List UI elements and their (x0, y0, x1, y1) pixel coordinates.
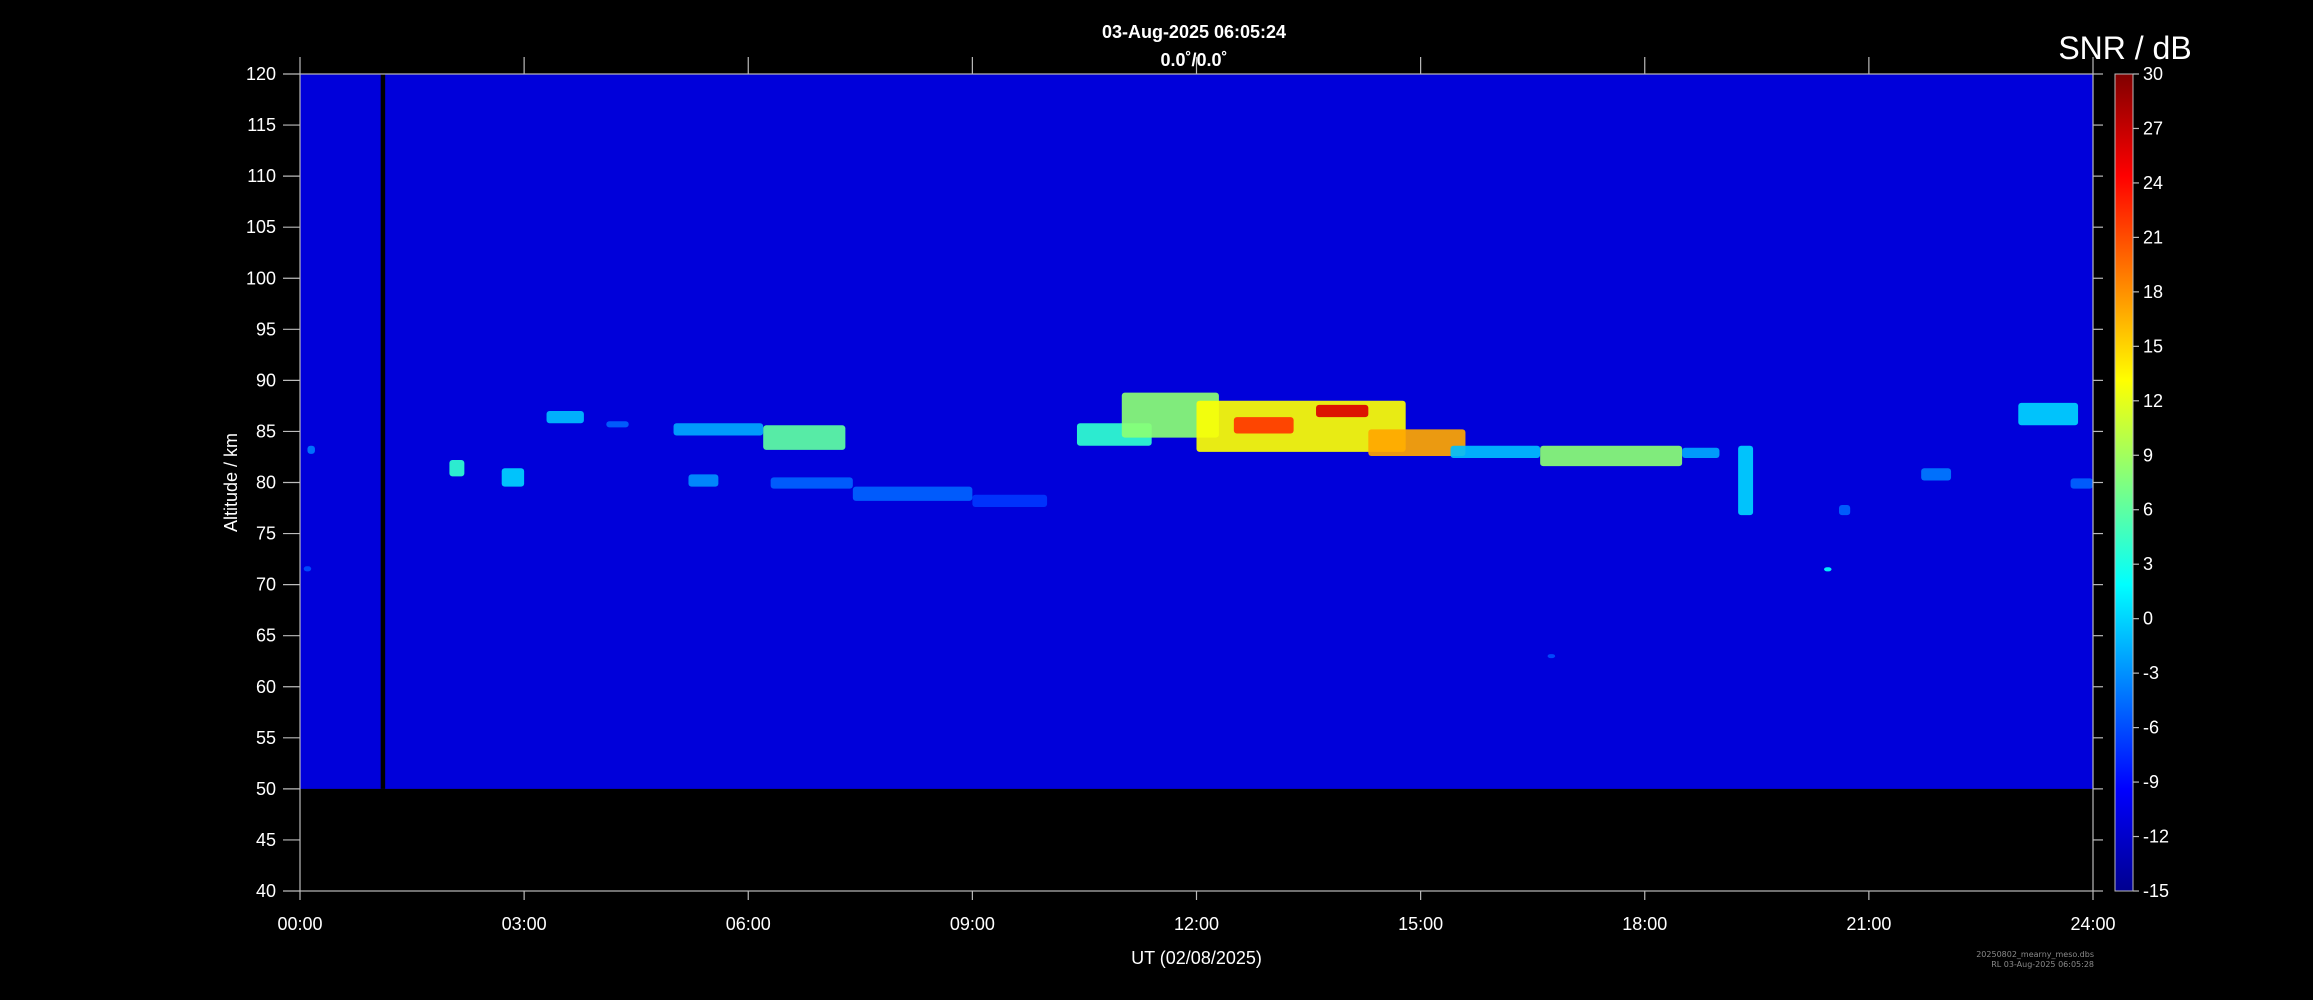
y-tick-label: 80 (256, 473, 276, 493)
colorbar-tick-label: -12 (2143, 827, 2169, 847)
heatmap-echo-region (606, 421, 629, 428)
colorbar-tick-label: 21 (2143, 227, 2163, 247)
footer-filename: 20250802_mearny_meso.dbs (1976, 950, 2094, 959)
heatmap-echo-region (770, 477, 853, 489)
y-tick-label: 90 (256, 370, 276, 390)
y-tick-label: 55 (256, 728, 276, 748)
heatmap-echo-region (1682, 447, 1720, 458)
heatmap-echo-region (303, 566, 312, 572)
heatmap-echo-region (1738, 445, 1754, 516)
heatmap-layer (300, 74, 2093, 789)
y-tick-label: 65 (256, 626, 276, 646)
y-tick-label: 95 (256, 319, 276, 339)
heatmap-echo-region (673, 423, 764, 436)
colorbar-tick-label: 9 (2143, 445, 2153, 465)
y-tick-label: 110 (247, 166, 276, 186)
colorbar-tick-label: 0 (2143, 609, 2153, 629)
y-tick-label: 60 (256, 677, 276, 697)
y-tick-label: 50 (256, 779, 276, 799)
colorbar-tick-label: -6 (2143, 718, 2159, 738)
heatmap-echo-region (1547, 654, 1556, 659)
colorbar-tick-label: 27 (2143, 118, 2163, 138)
x-tick-label: 18:00 (1622, 914, 1667, 934)
y-tick-label: 105 (246, 217, 276, 237)
colorbar-tick-label: 15 (2143, 336, 2163, 356)
heatmap-echo-region (1540, 445, 1683, 467)
colorbar-tick-label: 18 (2143, 282, 2163, 302)
y-tick-label: 120 (246, 64, 276, 84)
plot-area (299, 73, 2094, 892)
heatmap-echo-region (763, 425, 846, 450)
heatmap-echo-region (2018, 402, 2079, 426)
heatmap-echo-region (546, 411, 584, 424)
heatmap-echo-region (1838, 504, 1851, 516)
colorbar-tick-label: 6 (2143, 500, 2153, 520)
chart-subtitle: 0.0˚/0.0˚ (1160, 50, 1227, 70)
x-tick-label: 00:00 (277, 914, 322, 934)
heatmap-echo-region (449, 460, 465, 477)
x-axis-label: UT (02/08/2025) (1131, 948, 1262, 968)
colorbar-label: SNR / dB (2058, 30, 2191, 66)
x-tick-label: 21:00 (1846, 914, 1891, 934)
colorbar-tick-label: -9 (2143, 772, 2159, 792)
heatmap-echo-region (2070, 478, 2093, 489)
colorbar-tick-label: -3 (2143, 663, 2159, 683)
x-tick-label: 24:00 (2070, 914, 2115, 934)
x-tick-label: 03:00 (502, 914, 547, 934)
y-tick-label: 70 (256, 575, 276, 595)
snr-heatmap-chart: 03-Aug-2025 06:05:24 0.0˚/0.0˚ 00:00 03:0… (0, 0, 2313, 1000)
heatmap-echo-region (1316, 404, 1369, 418)
x-tick-label: 09:00 (950, 914, 995, 934)
heatmap-echo-region (1450, 445, 1541, 458)
heatmap-echo-region (1824, 567, 1832, 572)
colorbar-tick-label: 30 (2143, 64, 2163, 84)
y-tick-label: 45 (256, 830, 276, 850)
colorbar-tick-label: 3 (2143, 554, 2153, 574)
heatmap-data-gap (380, 74, 386, 789)
colorbar-tick-label: 24 (2143, 173, 2163, 193)
heatmap-echo-region (501, 468, 525, 487)
y-tick-label: 75 (256, 524, 276, 544)
y-tick-label: 115 (247, 115, 276, 135)
heatmap-echo-region (307, 445, 315, 454)
heatmap-echo-region (972, 494, 1048, 508)
heatmap-echo-region (1233, 417, 1294, 434)
x-tick-label: 06:00 (726, 914, 771, 934)
x-tick-label: 15:00 (1398, 914, 1443, 934)
y-axis-label: Altitude / km (221, 433, 241, 532)
heatmap-echo-region (852, 486, 973, 501)
heatmap-echo-region (1921, 468, 1952, 481)
heatmap-echo-region (688, 474, 719, 487)
y-tick-label: 40 (256, 881, 276, 901)
colorbar-tick-label: 12 (2143, 391, 2163, 411)
x-tick-label: 12:00 (1174, 914, 1219, 934)
y-tick-label: 100 (246, 268, 276, 288)
chart-title: 03-Aug-2025 06:05:24 (1102, 22, 1286, 42)
colorbar-gradient (2114, 73, 2134, 892)
y-tick-label: 85 (256, 421, 276, 441)
footer-timestamp: RL 03-Aug-2025 06:05:28 (1991, 960, 2094, 969)
colorbar-tick-label: -15 (2143, 881, 2169, 901)
